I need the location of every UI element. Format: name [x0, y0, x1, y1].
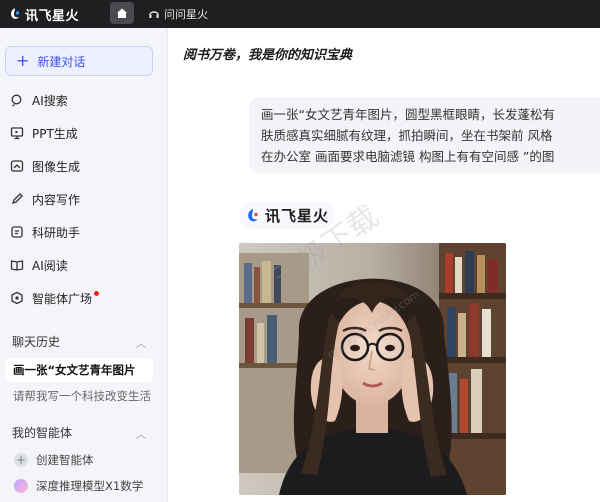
brand-name: 讯飞星火 [25, 8, 80, 24]
history-item[interactable]: 画一张“女文艺青年图片 [5, 358, 153, 382]
sidebar-item-ppt[interactable]: PPT生成 [10, 121, 160, 145]
sidebar-item-research[interactable]: 科研助手 [10, 220, 160, 244]
sidebar-item-label: 智能体广场 [32, 291, 93, 306]
spark-logo-icon [11, 8, 20, 19]
new-chat-button[interactable]: + 新建对话 [5, 46, 153, 76]
sidebar-item-image-gen[interactable]: 图像生成 [10, 154, 160, 178]
sidebar-item-label: AI搜索 [32, 93, 68, 108]
top-bar: 讯飞星火 问问星火 [0, 0, 600, 28]
history-title: 聊天历史 [12, 335, 61, 349]
sidebar-item-label: 图像生成 [32, 159, 81, 174]
avatar [14, 479, 28, 493]
agent-label: 深度推理模型X1数学 [36, 479, 144, 493]
assistant-brand-name: 讯飞星火 [265, 207, 330, 225]
my-agents-title: 我的智能体 [12, 426, 73, 440]
research-icon [11, 226, 23, 238]
sidebar-item-ai-search[interactable]: AI搜索 [10, 88, 160, 112]
agent-item[interactable]: 深度推理模型X1数学 [14, 475, 162, 497]
generated-image[interactable] [239, 243, 506, 495]
plus-icon: + [16, 51, 30, 70]
user-message-line: 肤质感真实细腻有纹理，抓拍瞬间，坐在书架前 风格 [261, 128, 553, 143]
app-logo[interactable]: 讯飞星火 [8, 4, 79, 24]
sidebar-item-agent-square[interactable]: 智能体广场 [10, 286, 160, 310]
notification-dot [94, 291, 100, 296]
user-message-line: 画一张“女文艺青年图片，圆型黑框眼睛，长发蓬松有 [261, 107, 555, 122]
sidebar-item-label: PPT生成 [32, 126, 78, 141]
sidebar-item-label: AI阅读 [32, 258, 68, 273]
chevron-up-icon[interactable]: ︿ [136, 426, 146, 441]
sidebar: + 新建对话 AI搜索 PPT生成 图像生成 内容写作 科研助手 AI阅读 智能… [0, 28, 168, 502]
ask-spark-nav[interactable]: 问问星火 [148, 4, 208, 24]
agent-label: 创建智能体 [36, 453, 94, 467]
home-button[interactable] [110, 2, 134, 24]
headset-icon [149, 11, 159, 18]
home-icon [117, 8, 127, 18]
book-icon [10, 260, 24, 271]
user-message-line: 在办公室 画面要求电脑滤镜 构图上有有空间感 ”的图 [261, 149, 555, 164]
spark-logo-icon [248, 208, 258, 221]
user-message-bubble: 画一张“女文艺青年图片，圆型黑框眼睛，长发蓬松有 肤质感真实细腻有纹理，抓拍瞬间… [249, 97, 600, 173]
sidebar-item-ai-read[interactable]: AI阅读 [10, 253, 160, 277]
chevron-up-icon[interactable]: ︿ [136, 335, 146, 350]
assistant-brand: 讯飞星火 [239, 202, 336, 229]
generated-portrait-image [239, 243, 506, 495]
new-chat-label: 新建对话 [37, 54, 86, 69]
ppt-icon [10, 127, 24, 140]
image-icon [10, 160, 24, 172]
agent-square-icon [11, 291, 23, 305]
chat-main: 阅书万卷，我是你的知识宝典 画一张“女文艺青年图片，圆型黑框眼睛，长发蓬松有 肤… [169, 28, 600, 502]
create-agent-button[interactable]: + 创建智能体 [14, 449, 162, 471]
plus-icon: + [14, 453, 28, 467]
history-item[interactable]: 请帮我写一个科技改变生活 [5, 384, 153, 408]
page-title: 阅书万卷，我是你的知识宝典 [183, 48, 353, 63]
sidebar-item-writing[interactable]: 内容写作 [10, 187, 160, 211]
sidebar-item-label: 科研助手 [32, 225, 81, 240]
search-icon [11, 94, 22, 107]
pen-icon [11, 193, 23, 205]
sidebar-item-label: 内容写作 [32, 192, 81, 207]
ask-spark-label: 问问星火 [164, 8, 208, 21]
